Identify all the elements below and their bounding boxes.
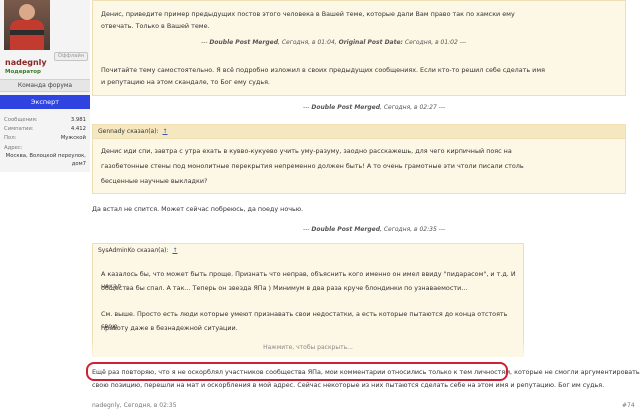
original-date: Сегодня, в 01:02	[404, 39, 458, 46]
stat-label: Пол:	[4, 135, 17, 142]
team-button[interactable]: Команда форума	[0, 79, 90, 92]
quote-text-line: Денис иди спи, завтра с утра ехать в кув…	[101, 147, 512, 155]
stat-label: Симпатии:	[4, 126, 34, 133]
expert-button[interactable]: Эксперт	[0, 95, 90, 109]
spoiler-fade: Нажмите, чтобы раскрыть...	[92, 341, 524, 357]
avatar-body	[10, 20, 44, 50]
merged-date: Сегодня, в 01:04	[281, 39, 335, 46]
stat-value: 4.412	[70, 126, 86, 133]
quote-header: SysAdminKo сказал(а): ↑	[93, 244, 523, 258]
stat-value[interactable]: 3.981	[71, 116, 86, 125]
quote-box-3: SysAdminKo сказал(а): ↑ А казалось бы, ч…	[92, 243, 524, 357]
merged-label: Double Post Merged	[209, 39, 278, 46]
merged-date: Сегодня, в 02:35	[383, 226, 437, 233]
address-label: Адрес:	[4, 144, 23, 151]
stat-address: Адрес: Москва, Волоцкой переулок, дом7	[4, 144, 86, 168]
merged-label: Double Post Merged	[311, 104, 380, 111]
quote-text-line: общества бы спал. А так... Теперь он зве…	[101, 284, 468, 292]
quote-text-line: и репутацию на этом скандале, то Бог ему…	[101, 78, 270, 86]
stat-value: Мужской	[60, 135, 86, 142]
stat-row-likes: Симпатии: 4.412	[4, 125, 86, 134]
user-stats: Сообщения: 3.981 Симпатии: 4.412 Пол: Му…	[4, 116, 86, 168]
quote-text-line: Денис, приведите пример предыдущих посто…	[101, 10, 515, 18]
user-role: Модератор	[5, 69, 41, 75]
quote-text-line: правоту даже в безнадежной ситуации.	[101, 324, 238, 332]
quote-author: Gennady сказал(а):	[98, 128, 159, 135]
quote-jump-icon[interactable]: ↑	[172, 247, 177, 254]
quote-text-line: Почитайте тему самостоятельно. Я всё под…	[101, 66, 545, 74]
quote-text-line: газобетонные стены под монолитные перекр…	[101, 162, 524, 170]
merged-label: Double Post Merged	[311, 226, 380, 233]
original-date-label: Original Post Date:	[338, 39, 403, 46]
quote-jump-icon[interactable]: ↑	[163, 128, 168, 135]
user-sidebar: Оффлайн nadegnly Модератор Команда форум…	[0, 0, 90, 172]
username-link[interactable]: nadegnly	[5, 58, 47, 67]
red-highlight-annotation	[86, 362, 508, 381]
avatar[interactable]	[4, 0, 50, 50]
quote-author: SysAdminKo сказал(а):	[98, 247, 169, 254]
stat-label: Сообщения:	[4, 117, 38, 123]
avatar-face	[19, 4, 35, 20]
quote-box-2: Gennady сказал(а): ↑ Денис иди спи, завт…	[92, 124, 626, 194]
avatar-stripe	[10, 30, 44, 35]
post-author-date[interactable]: nadegnly, Сегодня, в 02:35	[92, 402, 177, 409]
post-number-link[interactable]: #74	[622, 402, 635, 409]
quote-header: Gennady сказал(а): ↑	[93, 125, 625, 139]
expand-quote-link[interactable]: Нажмите, чтобы раскрыть...	[92, 344, 524, 351]
reply-text: Да встал не спится. Может сейчас побреюс…	[92, 205, 304, 213]
quote-text-line: бесценные научные выкладки?	[101, 177, 208, 185]
quote-box-1: Денис, приведите пример предыдущих посто…	[92, 0, 626, 96]
double-post-merged: --- Double Post Merged, Сегодня, в 02:35…	[303, 226, 446, 233]
merged-date: Сегодня, в 02:27	[383, 104, 437, 111]
address-value-line1: Москва, Волоцкой переулок,	[5, 152, 86, 159]
quote-text-line: отвечать. Только в Вашей теме.	[101, 22, 210, 30]
double-post-merged: --- Double Post Merged, Сегодня, в 01:04…	[201, 39, 467, 46]
stat-row-gender: Пол: Мужской	[4, 134, 86, 143]
address-value-line2: дом7	[71, 160, 86, 167]
offline-badge: Оффлайн	[54, 52, 88, 61]
double-post-merged: --- Double Post Merged, Сегодня, в 02:27…	[303, 104, 446, 111]
stat-row-messages: Сообщения: 3.981	[4, 116, 86, 125]
